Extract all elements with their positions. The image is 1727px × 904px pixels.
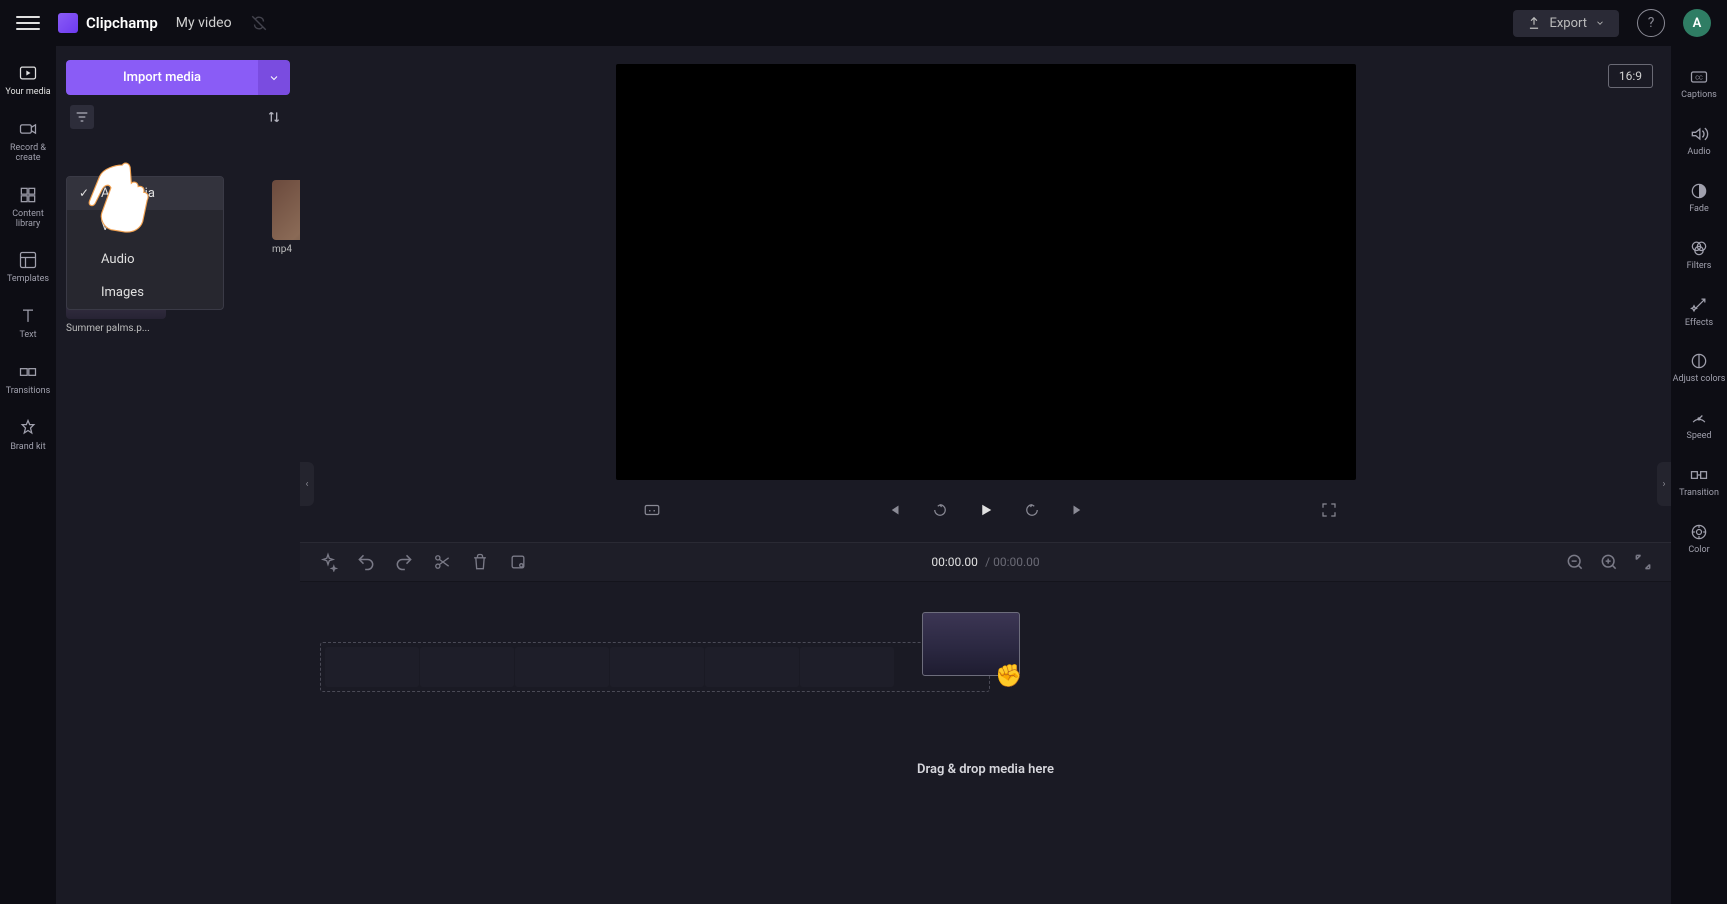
zoom-out-button[interactable] xyxy=(1565,552,1585,572)
captions-toggle-button[interactable] xyxy=(640,498,664,522)
dragging-clip-thumbnail xyxy=(922,612,1020,676)
transition-icon xyxy=(1688,464,1710,486)
brand-kit-icon xyxy=(17,417,39,439)
magic-button[interactable] xyxy=(318,552,338,572)
templates-icon xyxy=(17,249,39,271)
filter-option-audio[interactable]: Audio xyxy=(67,243,223,276)
time-display: 00:00.00 / 00:00.00 xyxy=(931,555,1039,569)
effects-icon xyxy=(1688,294,1710,316)
adjust-colors-icon xyxy=(1688,350,1710,372)
zoom-in-button[interactable] xyxy=(1599,552,1619,572)
delete-button[interactable] xyxy=(470,552,490,572)
fullscreen-button[interactable] xyxy=(1317,498,1341,522)
nav-record-create[interactable]: Record & create xyxy=(0,110,56,172)
collapse-right-panel-button[interactable]: › xyxy=(1657,462,1671,506)
total-time: 00:00.00 xyxy=(993,555,1040,569)
nav-templates[interactable]: Templates xyxy=(0,241,56,293)
rail-transition[interactable]: Transition xyxy=(1671,456,1727,507)
skip-back-button[interactable] xyxy=(882,498,906,522)
audio-icon xyxy=(1688,123,1710,145)
filter-option-images[interactable]: Images xyxy=(67,276,223,309)
export-button[interactable]: Export xyxy=(1513,10,1619,37)
rail-audio[interactable]: Audio xyxy=(1671,115,1727,166)
media-icon xyxy=(17,62,39,84)
speed-icon xyxy=(1688,407,1710,429)
filter-option-video[interactable]: Video xyxy=(67,210,223,243)
video-preview[interactable] xyxy=(616,64,1356,480)
seek-back-button[interactable] xyxy=(928,498,952,522)
placeholder-clips xyxy=(321,643,989,691)
timeline-toolbar: 00:00.00 / 00:00.00 xyxy=(300,542,1671,582)
rail-fade[interactable]: Fade xyxy=(1671,172,1727,223)
filter-button[interactable] xyxy=(70,105,94,129)
color-icon xyxy=(1688,521,1710,543)
crop-button[interactable] xyxy=(508,552,528,572)
sync-off-icon[interactable] xyxy=(250,14,268,32)
rail-adjust-colors[interactable]: Adjust colors xyxy=(1671,342,1727,393)
nav-brand-kit[interactable]: Brand kit xyxy=(0,409,56,461)
filter-dropdown: All media Video Audio Images xyxy=(66,176,224,310)
app-logo[interactable]: Clipchamp xyxy=(58,13,158,33)
current-time: 00:00.00 xyxy=(931,555,978,569)
timeline-drop-track[interactable] xyxy=(320,642,990,692)
help-button[interactable]: ? xyxy=(1637,9,1665,37)
media-label: Summer palms.p... xyxy=(66,323,166,334)
media-panel: Import media mp4 Summer palms.p... xyxy=(56,46,300,904)
import-dropdown-button[interactable] xyxy=(258,60,290,95)
nav-your-media[interactable]: Your media xyxy=(0,54,56,106)
collapse-panel-button[interactable]: ‹ xyxy=(300,462,314,506)
project-title[interactable]: My video xyxy=(176,15,232,31)
avatar[interactable]: A xyxy=(1683,9,1711,37)
app-name: Clipchamp xyxy=(86,14,158,32)
zoom-fit-button[interactable] xyxy=(1633,552,1653,572)
captions-icon: CC xyxy=(1688,66,1710,88)
skip-forward-button[interactable] xyxy=(1066,498,1090,522)
rail-filters[interactable]: Filters xyxy=(1671,229,1727,280)
camera-icon xyxy=(17,118,39,140)
top-bar: Clipchamp My video Export ? A xyxy=(0,0,1727,46)
export-label: Export xyxy=(1549,16,1587,31)
import-media-button[interactable]: Import media xyxy=(66,60,258,95)
rail-speed[interactable]: Speed xyxy=(1671,399,1727,450)
svg-text:CC: CC xyxy=(1695,76,1703,82)
undo-button[interactable] xyxy=(356,552,376,572)
timeline[interactable]: ✊ Drag & drop media here xyxy=(300,582,1671,904)
center-area: 16:9 xyxy=(300,46,1671,904)
rail-captions[interactable]: CC Captions xyxy=(1671,58,1727,109)
clipchamp-logo-icon xyxy=(58,13,78,33)
nav-content-library[interactable]: Content library xyxy=(0,176,56,238)
rail-effects[interactable]: Effects xyxy=(1671,286,1727,337)
transitions-icon xyxy=(17,361,39,383)
filters-icon xyxy=(1688,237,1710,259)
text-icon xyxy=(17,305,39,327)
menu-button[interactable] xyxy=(16,11,40,35)
play-button[interactable] xyxy=(974,498,998,522)
split-button[interactable] xyxy=(432,552,452,572)
library-icon xyxy=(17,184,39,206)
rail-color[interactable]: Color xyxy=(1671,513,1727,564)
transport-controls xyxy=(300,480,1671,536)
left-nav-rail: Your media Record & create Content libra… xyxy=(0,46,56,904)
filter-option-all-media[interactable]: All media xyxy=(67,177,223,210)
preview-area: 16:9 xyxy=(300,46,1671,542)
right-rail: CC Captions Audio Fade Filters Effects A… xyxy=(1671,46,1727,904)
drop-hint-text: Drag & drop media here xyxy=(320,762,1651,777)
nav-transitions[interactable]: Transitions xyxy=(0,353,56,405)
nav-text[interactable]: Text xyxy=(0,297,56,349)
fade-icon xyxy=(1688,180,1710,202)
aspect-ratio-button[interactable]: 16:9 xyxy=(1608,64,1653,88)
seek-forward-button[interactable] xyxy=(1020,498,1044,522)
sort-button[interactable] xyxy=(262,105,286,129)
redo-button[interactable] xyxy=(394,552,414,572)
